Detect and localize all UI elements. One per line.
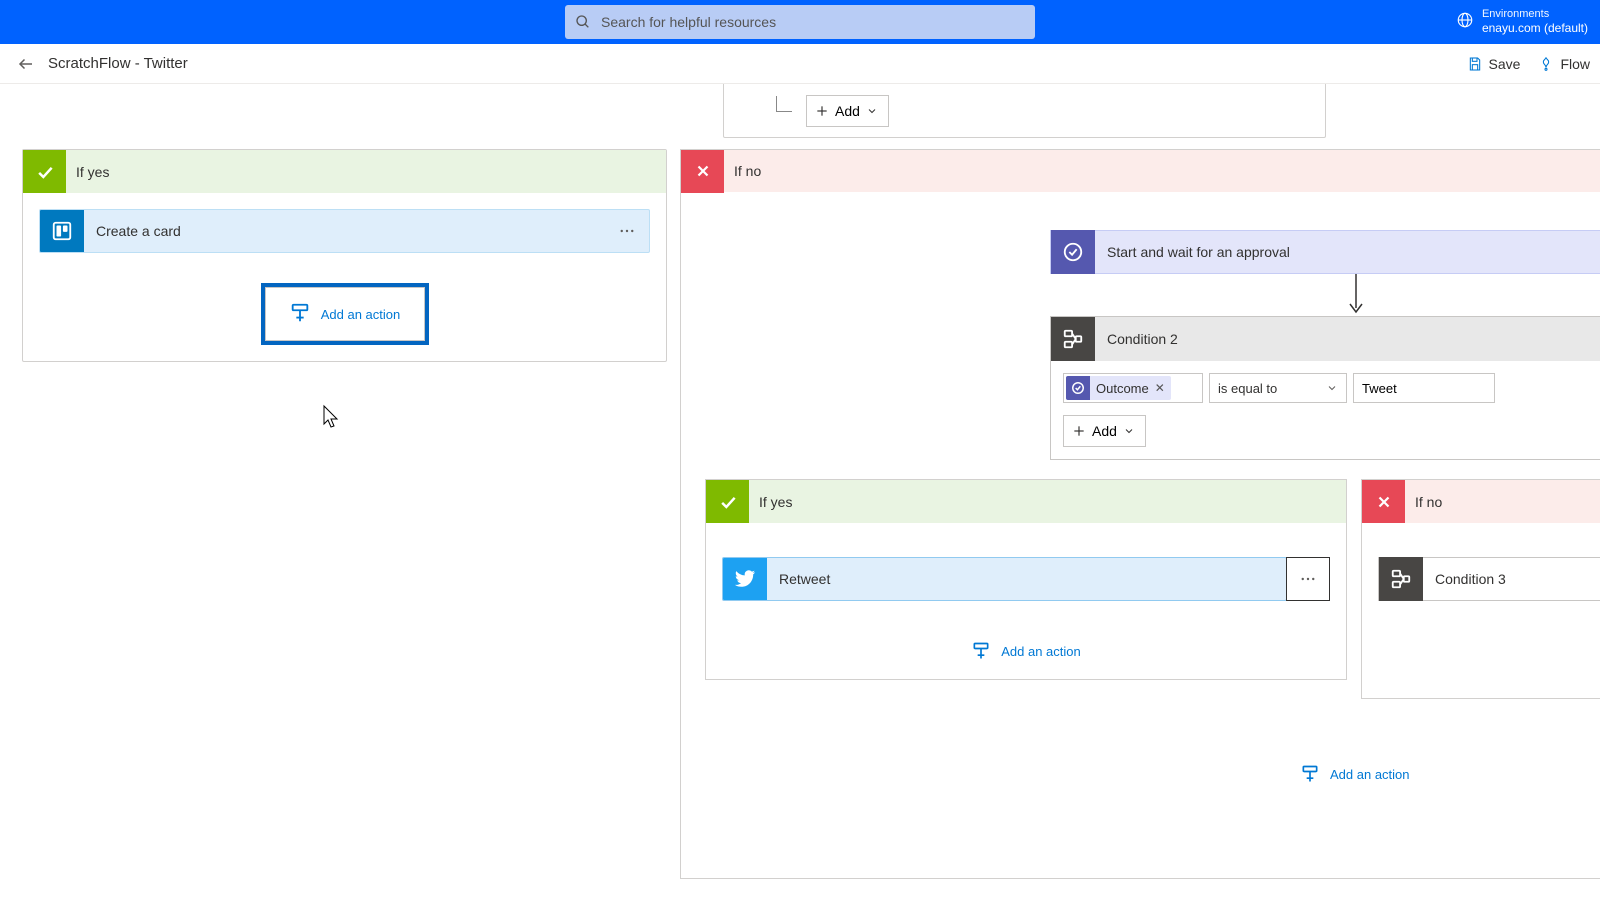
close-icon: [681, 150, 724, 193]
branch-header-if-yes-nested[interactable]: If yes: [706, 480, 1346, 523]
branch-header-if-no[interactable]: If no: [681, 149, 1600, 192]
condition-left-operand[interactable]: Outcome ✕: [1063, 373, 1203, 403]
add-action-link-nested-yes[interactable]: Add an action: [706, 601, 1346, 679]
save-button[interactable]: Save: [1467, 56, 1521, 72]
environments-label: Environments: [1482, 7, 1588, 21]
condition-value-input[interactable]: [1353, 373, 1495, 403]
arrow-down-icon: [1355, 274, 1357, 316]
trello-icon: [40, 209, 84, 253]
globe-icon: [1456, 11, 1474, 32]
search-box[interactable]: [565, 5, 1035, 39]
branch-if-yes-outer: If yes Create a card Add an action: [22, 149, 667, 362]
token-remove[interactable]: ✕: [1155, 381, 1165, 395]
condition-3-card[interactable]: Condition 3: [1378, 557, 1600, 601]
search-icon: [575, 14, 591, 30]
cursor-icon: [321, 404, 343, 433]
condition-icon: [1051, 317, 1095, 361]
check-icon: [706, 480, 749, 523]
more-menu-retweet[interactable]: [1286, 557, 1330, 601]
flow-checker-button[interactable]: Flow: [1538, 56, 1590, 72]
branch-header-if-no-nested[interactable]: If no: [1362, 480, 1600, 523]
add-action-button[interactable]: Add an action: [265, 287, 425, 341]
chevron-down-icon: [1123, 425, 1135, 437]
condition-body-top: Add: [723, 84, 1326, 138]
add-condition-row-button[interactable]: Add: [1063, 415, 1146, 447]
chevron-down-icon: [1326, 382, 1338, 394]
back-button[interactable]: [10, 48, 42, 80]
action-approval[interactable]: Start and wait for an approval: [1050, 230, 1600, 274]
search-input[interactable]: [601, 14, 1025, 30]
environment-value: enayu.com (default): [1482, 21, 1588, 37]
condition-2-card[interactable]: Condition 2 Outcome ✕ is equal to: [1050, 316, 1600, 460]
environment-picker[interactable]: Environments enayu.com (default): [1456, 7, 1588, 37]
more-menu[interactable]: [605, 222, 649, 240]
branch-if-no-nested: If no Condition 3: [1361, 479, 1600, 699]
action-create-card[interactable]: Create a card: [39, 209, 650, 253]
close-icon: [1362, 480, 1405, 523]
add-row-button-top[interactable]: Add: [806, 95, 889, 127]
condition-operator-select[interactable]: is equal to: [1209, 373, 1347, 403]
add-action-icon: [289, 302, 311, 327]
action-retweet[interactable]: Retweet: [722, 557, 1287, 601]
top-bar: Environments enayu.com (default): [0, 0, 1600, 44]
approval-icon: [1051, 230, 1095, 274]
check-icon: [23, 150, 66, 193]
add-action-link-lower[interactable]: Add an action: [1300, 764, 1410, 784]
flow-canvas[interactable]: Add If yes Create a card A: [0, 84, 1600, 900]
twitter-icon: [723, 557, 767, 601]
condition-icon: [1379, 557, 1423, 601]
flow-title: ScratchFlow - Twitter: [48, 55, 188, 72]
branch-if-yes-nested: If yes Retweet Add an action: [705, 479, 1347, 680]
chevron-down-icon: [866, 105, 878, 117]
branch-header-if-yes[interactable]: If yes: [23, 150, 666, 193]
approval-token-icon: [1066, 376, 1090, 400]
command-bar: ScratchFlow - Twitter Save Flow: [0, 44, 1600, 84]
